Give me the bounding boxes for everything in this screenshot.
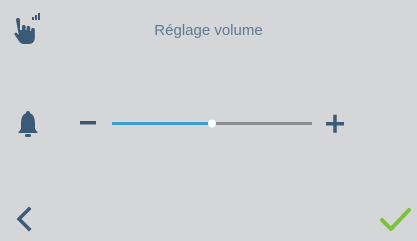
checkmark-icon	[380, 208, 411, 231]
volume-up-button[interactable]	[320, 109, 350, 139]
chevron-left-icon	[16, 206, 32, 232]
minus-icon	[80, 121, 96, 125]
bell-icon	[14, 110, 42, 138]
volume-down-button[interactable]	[74, 109, 102, 137]
volume-slider[interactable]	[112, 112, 312, 136]
confirm-button[interactable]	[377, 203, 413, 235]
page-title: Réglage volume	[154, 22, 263, 39]
slider-fill	[112, 122, 212, 125]
plus-icon	[326, 114, 344, 133]
slider-thumb	[208, 119, 216, 128]
back-button[interactable]	[8, 202, 42, 236]
